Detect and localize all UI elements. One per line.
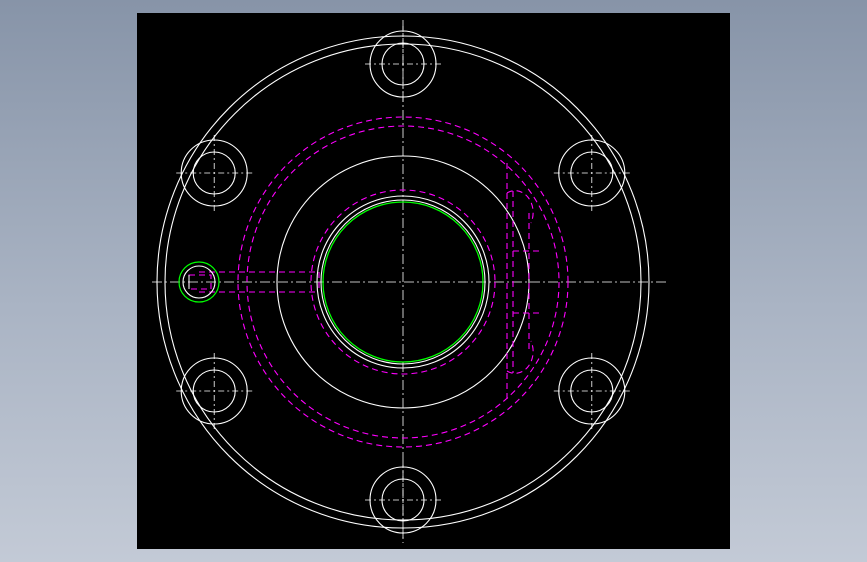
flange-drawing (152, 20, 667, 543)
centerlines (152, 20, 667, 543)
bolt-hole (553, 353, 630, 429)
cad-viewport[interactable] (137, 13, 730, 549)
bolt-hole (176, 135, 253, 211)
bolt-hole (553, 135, 630, 211)
bolt-hole (176, 353, 253, 429)
